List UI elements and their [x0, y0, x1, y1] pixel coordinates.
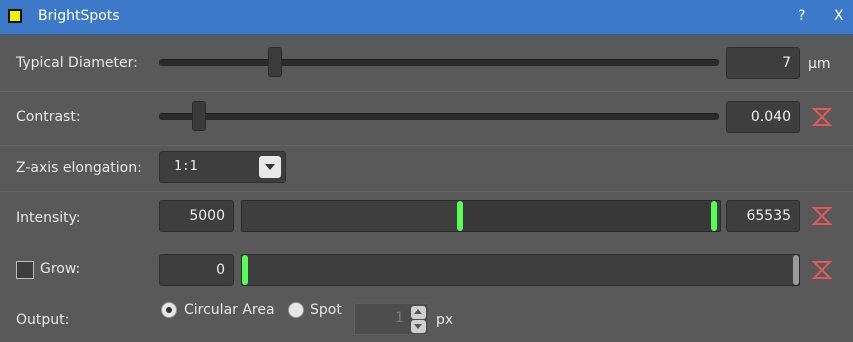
grow-handle[interactable] [242, 255, 248, 285]
spin-down-icon[interactable] [411, 320, 426, 333]
contrast-input[interactable]: 0.040 [726, 101, 800, 133]
circular-area-radio[interactable] [161, 302, 177, 318]
chevron-down-icon[interactable] [259, 156, 281, 178]
output-label: Output: [16, 312, 70, 328]
typical-diameter-unit: µm [808, 56, 831, 72]
intensity-max-handle[interactable] [711, 201, 717, 231]
row-divider [0, 145, 853, 146]
z-axis-combo-value: 1:1 [174, 159, 198, 174]
app-icon [8, 9, 22, 23]
z-axis-label: Z-axis elongation: [16, 160, 142, 176]
grow-reset-icon[interactable] [811, 259, 833, 281]
contrast-slider-thumb[interactable] [191, 101, 206, 131]
spot-size-unit: px [436, 312, 454, 328]
typical-diameter-label: Typical Diameter: [16, 55, 138, 71]
spot-size-value: 1 [395, 310, 404, 326]
grow-slider[interactable] [241, 254, 800, 286]
row-divider [0, 91, 853, 92]
intensity-min-handle[interactable] [457, 201, 463, 231]
typical-diameter-input[interactable]: 7 [726, 47, 800, 79]
intensity-reset-icon[interactable] [811, 205, 833, 227]
intensity-range-slider[interactable] [241, 200, 721, 232]
help-button[interactable]: ? [798, 8, 805, 24]
spot-size-spinbox[interactable]: 1 [354, 303, 429, 335]
row-divider [0, 191, 853, 192]
close-button[interactable]: X [834, 8, 844, 24]
typical-diameter-slider-thumb[interactable] [268, 47, 283, 77]
typical-diameter-slider[interactable] [159, 59, 719, 66]
grow-input[interactable]: 0 [159, 254, 234, 286]
contrast-label: Contrast: [16, 109, 81, 125]
panel-content: Typical Diameter: 7 µm Contrast: 0.040 Z… [0, 35, 853, 342]
title-bar: BrightSpots ? X [0, 0, 853, 35]
spot-radio[interactable] [288, 302, 304, 318]
intensity-max-input[interactable]: 65535 [726, 200, 800, 232]
window-title: BrightSpots [38, 8, 120, 24]
spin-up-icon[interactable] [411, 306, 426, 319]
spot-label[interactable]: Spot [310, 302, 342, 318]
circular-area-label[interactable]: Circular Area [184, 302, 275, 318]
intensity-range-selection [462, 201, 716, 231]
contrast-reset-icon[interactable] [811, 106, 833, 128]
grow-label: Grow: [40, 261, 81, 277]
contrast-slider[interactable] [159, 113, 719, 120]
grow-max-handle[interactable] [793, 255, 799, 285]
z-axis-combo[interactable]: 1:1 [159, 151, 286, 183]
intensity-min-input[interactable]: 5000 [159, 200, 234, 232]
intensity-label: Intensity: [16, 210, 81, 226]
grow-checkbox[interactable] [16, 261, 34, 279]
